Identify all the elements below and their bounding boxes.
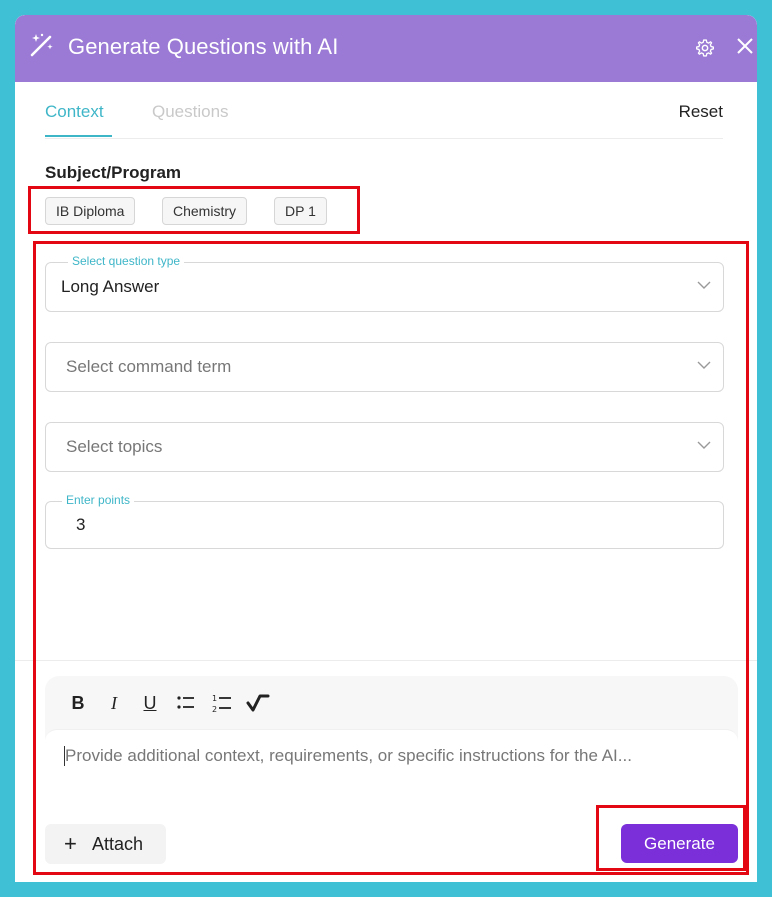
chip-program: IB Diploma: [45, 197, 136, 225]
dialog-header: Generate Questions with AI: [15, 15, 757, 82]
question-type-value: Long Answer: [61, 277, 160, 296]
chevron-down-icon: [697, 281, 711, 289]
question-type-select[interactable]: Select question type Long Answer: [45, 254, 724, 312]
italic-icon[interactable]: I: [101, 690, 127, 716]
dialog-title: Generate Questions with AI: [68, 34, 339, 59]
close-icon[interactable]: [735, 36, 755, 56]
command-term-select[interactable]: Select command term: [45, 342, 724, 392]
context-editor: B I U 1 2 Provide additional context, re…: [45, 676, 738, 808]
chevron-down-icon: [697, 441, 711, 449]
chip-year: DP 1: [274, 197, 327, 225]
points-input[interactable]: Enter points 3: [45, 493, 724, 549]
topics-placeholder: Select topics: [66, 437, 163, 456]
section-divider: [15, 660, 757, 661]
context-placeholder: Provide additional context, requirements…: [65, 746, 632, 765]
magic-wand-icon: [30, 33, 53, 57]
numbered-list-icon[interactable]: 1 2: [209, 690, 235, 716]
bullet-list-icon[interactable]: [173, 690, 199, 716]
svg-text:1: 1: [212, 694, 217, 703]
question-type-legend: Select question type: [68, 254, 185, 268]
underline-icon[interactable]: U: [137, 690, 163, 716]
generate-questions-dialog: Generate Questions with AI Context Quest…: [15, 15, 757, 882]
command-term-placeholder: Select command term: [66, 357, 232, 376]
tab-questions[interactable]: Questions: [152, 102, 229, 122]
attach-label: Attach: [92, 834, 144, 854]
svg-text:2: 2: [212, 705, 217, 714]
reset-button[interactable]: Reset: [679, 102, 723, 122]
attach-button[interactable]: + Attach: [45, 824, 166, 864]
subject-program-label: Subject/Program: [45, 163, 182, 182]
points-value: 3: [76, 515, 86, 534]
equation-icon[interactable]: [245, 690, 271, 716]
tab-context[interactable]: Context: [45, 102, 104, 122]
tab-bar: Context Questions Reset: [45, 82, 723, 139]
points-legend: Enter points: [62, 493, 135, 507]
topics-select[interactable]: Select topics: [45, 422, 724, 472]
gear-icon[interactable]: [695, 38, 715, 58]
chip-subject: Chemistry: [162, 197, 248, 225]
active-tab-indicator: [45, 135, 112, 137]
context-textarea[interactable]: Provide additional context, requirements…: [45, 729, 738, 808]
bold-icon[interactable]: B: [65, 690, 91, 716]
plus-icon: +: [64, 831, 77, 856]
chevron-down-icon: [697, 361, 711, 369]
generate-button[interactable]: Generate: [621, 824, 738, 863]
